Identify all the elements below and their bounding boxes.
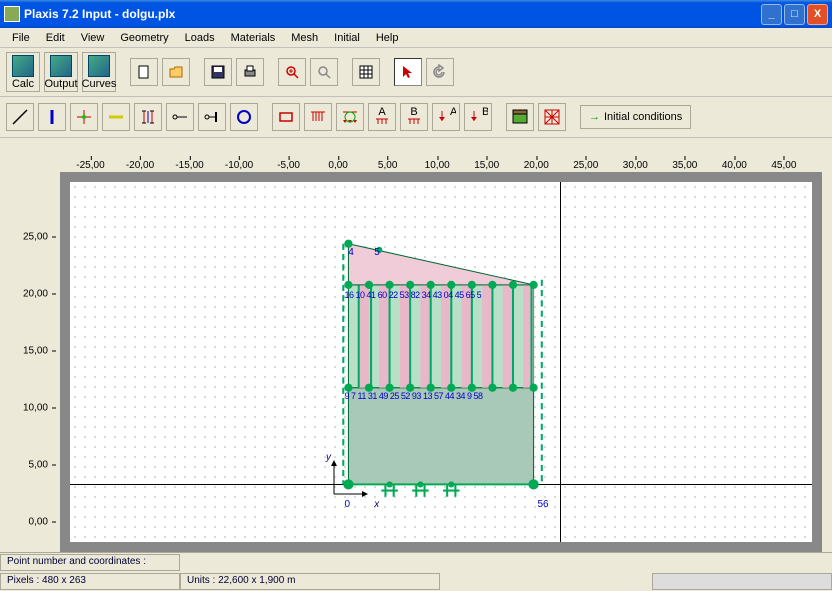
arrow-right-icon: →: [589, 111, 600, 123]
status-units: Units : 22,600 x 1,900 m: [180, 573, 440, 590]
pointload-a-tool[interactable]: A: [368, 103, 396, 131]
new-button[interactable]: [130, 58, 158, 86]
axis-arrows-icon: [322, 456, 382, 506]
hinge-tool[interactable]: [70, 103, 98, 131]
zoom-in-button[interactable]: [278, 58, 306, 86]
menu-initial[interactable]: Initial: [326, 30, 368, 46]
drawing-canvas[interactable]: 4 5 16 10 41 60 22 53 82 34 43 04 45 65 …: [70, 182, 812, 542]
interface-tool[interactable]: [134, 103, 162, 131]
tunnel-tool[interactable]: [230, 103, 258, 131]
svg-text:B: B: [410, 107, 417, 118]
node-label: 5: [374, 247, 380, 258]
load-b-tool[interactable]: [336, 103, 364, 131]
title-bar: Plaxis 7.2 Input - dolgu.plx _ □ X: [0, 0, 832, 28]
mesh-tool[interactable]: [538, 103, 566, 131]
print-button[interactable]: [236, 58, 264, 86]
curves-button[interactable]: Curves: [82, 52, 116, 92]
initial-conditions-button[interactable]: →Initial conditions: [580, 105, 691, 129]
node-labels-row: 9 7 11 31 49 25 52 93 13 57 44 34 9 58: [345, 391, 483, 401]
disp-b-tool[interactable]: B: [464, 103, 492, 131]
table-button[interactable]: [352, 58, 380, 86]
maximize-button[interactable]: □: [784, 4, 805, 25]
menu-file[interactable]: File: [4, 30, 38, 46]
ruler-vertical: 25,00 20,00 15,00 10,00 5,00 0,00: [0, 172, 60, 552]
open-button[interactable]: [162, 58, 190, 86]
node-label: 56: [537, 499, 548, 510]
pointload-b-tool[interactable]: B: [400, 103, 428, 131]
fixity-tool[interactable]: [272, 103, 300, 131]
undo-button[interactable]: [426, 58, 454, 86]
beam-tool[interactable]: [38, 103, 66, 131]
menu-help[interactable]: Help: [368, 30, 407, 46]
menu-view[interactable]: View: [73, 30, 113, 46]
close-button[interactable]: X: [807, 4, 828, 25]
status-bar: Point number and coordinates : Pixels : …: [0, 552, 832, 590]
toolbar-main: Calc Output Curves: [0, 48, 832, 97]
node-label: 4: [348, 247, 354, 258]
select-button[interactable]: [394, 58, 422, 86]
fixed-anchor-tool[interactable]: [198, 103, 226, 131]
toolbar-geometry: A B A B →Initial conditions: [0, 97, 832, 138]
menu-mesh[interactable]: Mesh: [283, 30, 326, 46]
menu-materials[interactable]: Materials: [223, 30, 284, 46]
status-pixels: Pixels : 480 x 263: [0, 573, 180, 590]
svg-text:A: A: [450, 107, 456, 118]
line-tool[interactable]: [6, 103, 34, 131]
status-hint: Point number and coordinates :: [0, 554, 180, 571]
material-set-tool[interactable]: [506, 103, 534, 131]
window-title: Plaxis 7.2 Input - dolgu.plx: [24, 7, 761, 21]
menu-bar: File Edit View Geometry Loads Materials …: [0, 28, 832, 48]
output-button[interactable]: Output: [44, 52, 78, 92]
save-button[interactable]: [204, 58, 232, 86]
node-labels-row: 16 10 41 60 22 53 82 34 43 04 45 65 5: [345, 290, 482, 300]
geogrid-tool[interactable]: [102, 103, 130, 131]
anchor-tool[interactable]: [166, 103, 194, 131]
calc-button[interactable]: Calc: [6, 52, 40, 92]
canvas-frame: 4 5 16 10 41 60 22 53 82 34 43 04 45 65 …: [60, 172, 822, 552]
app-icon: [4, 6, 20, 22]
workspace: -25,00 -20,00 -15,00 -10,00 -5,00 0,00 5…: [0, 142, 832, 552]
menu-loads[interactable]: Loads: [177, 30, 223, 46]
status-empty: [652, 573, 832, 590]
geometry-svg: [70, 182, 812, 542]
ruler-horizontal: -25,00 -20,00 -15,00 -10,00 -5,00 0,00 5…: [60, 142, 822, 172]
svg-text:A: A: [378, 107, 386, 118]
window-buttons: _ □ X: [761, 4, 828, 25]
zoom-out-button[interactable]: [310, 58, 338, 86]
menu-edit[interactable]: Edit: [38, 30, 73, 46]
menu-geometry[interactable]: Geometry: [112, 30, 176, 46]
disp-a-tool[interactable]: A: [432, 103, 460, 131]
load-a-tool[interactable]: [304, 103, 332, 131]
minimize-button[interactable]: _: [761, 4, 782, 25]
svg-text:B: B: [482, 107, 488, 118]
